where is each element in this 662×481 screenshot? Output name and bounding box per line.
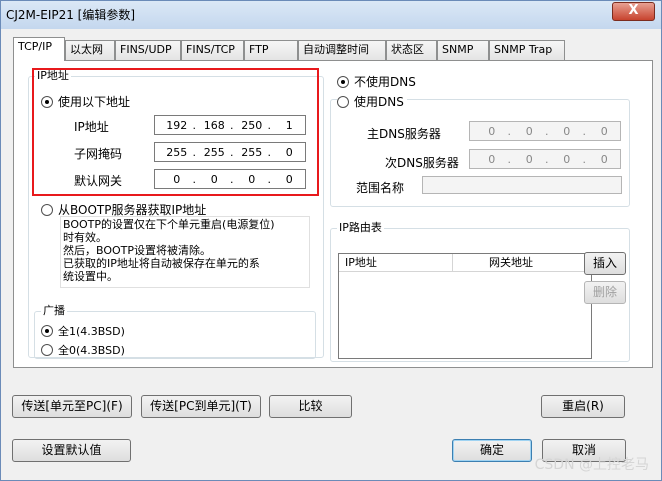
default-gateway-label: 默认网关 — [74, 174, 123, 188]
radio-broadcast-all1[interactable]: 全1(4.3BSD) — [41, 323, 125, 339]
radio-label: 使用DNS — [354, 95, 404, 109]
radio-dot-icon — [41, 203, 53, 216]
column-header-ip: IP地址 — [339, 254, 453, 271]
broadcast-legend: 广播 — [41, 304, 67, 318]
secondary-dns-input[interactable]: 0 .0 .0 .0 — [469, 149, 621, 169]
tab-snmp[interactable]: SNMP — [437, 40, 489, 60]
tab-tcp-ip[interactable]: TCP/IP — [13, 37, 65, 61]
ip-address-label: IP地址 — [74, 120, 109, 134]
radio-dot-icon — [41, 325, 53, 337]
radio-broadcast-all0[interactable]: 全0(4.3BSD) — [41, 342, 125, 358]
window-title: CJ2M-EIP21 [编辑参数] — [6, 8, 136, 22]
tab-fins-tcp[interactable]: FINS/TCP — [181, 40, 244, 60]
column-header-gateway: 网关地址 — [489, 256, 533, 269]
insert-button[interactable]: 插入 — [584, 252, 626, 275]
tcp-ip-panel: IP地址 使用以下地址 IP地址 192 . 168 . 250 .1 子网掩码 2… — [13, 60, 653, 368]
radio-dot-icon — [41, 95, 53, 108]
ip-address-input[interactable]: 192 . 168 . 250 .1 — [154, 115, 306, 135]
radio-label: 不使用DNS — [354, 75, 416, 89]
radio-dot-icon — [337, 95, 349, 108]
tab-auto-time[interactable]: 自动调整时间 — [298, 40, 386, 60]
domain-name-input[interactable] — [422, 176, 622, 194]
default-gateway-input[interactable]: 0 .0 .0 .0 — [154, 169, 306, 189]
title-bar: CJ2M-EIP21 [编辑参数] X — [1, 1, 661, 29]
domain-name-label: 范围名称 — [356, 181, 405, 195]
close-button[interactable]: X — [612, 2, 655, 21]
radio-dot-icon — [337, 75, 349, 88]
watermark: CSDN @上控老马 — [534, 457, 649, 473]
close-icon: X — [628, 3, 639, 18]
restart-button[interactable]: 重启(R) — [541, 395, 625, 418]
tab-snmp-trap[interactable]: SNMP Trap — [489, 40, 565, 60]
bootp-note: BOOTP的设置仅在下个单元重启(电源复位) 时有效。 然后，BOOTP设置将被… — [63, 218, 275, 283]
transfer-to-pc-button[interactable]: 传送[单元至PC](F) — [12, 395, 132, 418]
radio-use-following-address[interactable]: 使用以下地址 — [41, 93, 130, 110]
radio-label: 全0(4.3BSD) — [58, 344, 125, 357]
ip-group-legend: IP地址 — [35, 69, 71, 83]
edit-parameters-dialog: CJ2M-EIP21 [编辑参数] X TCP/IP 以太网 FINS/UDP … — [0, 0, 662, 481]
subnet-mask-input[interactable]: 255 . 255 . 255 .0 — [154, 142, 306, 162]
routing-table-header: IP地址 网关地址 — [339, 254, 591, 272]
subnet-mask-label: 子网掩码 — [74, 147, 123, 161]
radio-no-dns[interactable]: 不使用DNS — [337, 73, 416, 90]
routing-table[interactable]: IP地址 网关地址 — [338, 253, 592, 359]
ok-button[interactable]: 确定 — [452, 439, 532, 462]
radio-label: 使用以下地址 — [58, 95, 131, 109]
bootp-note-box: BOOTP的设置仅在下个单元重启(电源复位) 时有效。 然后，BOOTP设置将被… — [60, 216, 310, 288]
primary-dns-input[interactable]: 0 .0 .0 .0 — [469, 121, 621, 141]
tab-ethernet[interactable]: 以太网 — [65, 40, 115, 60]
tab-ftp[interactable]: FTP — [244, 40, 298, 60]
radio-use-dns[interactable]: 使用DNS — [337, 93, 407, 110]
transfer-to-unit-button[interactable]: 传送[PC到单元](T) — [141, 395, 261, 418]
radio-dot-icon — [41, 344, 53, 356]
set-defaults-button[interactable]: 设置默认值 — [12, 439, 131, 462]
tab-fins-udp[interactable]: FINS/UDP — [115, 40, 181, 60]
compare-button[interactable]: 比较 — [269, 395, 352, 418]
radio-label: 全1(4.3BSD) — [58, 325, 125, 338]
primary-dns-label: 主DNS服务器 — [367, 127, 441, 141]
routing-legend: IP路由表 — [337, 221, 384, 235]
tab-status-area[interactable]: 状态区 — [386, 40, 437, 60]
delete-button[interactable]: 删除 — [584, 281, 626, 304]
secondary-dns-label: 次DNS服务器 — [385, 156, 459, 170]
